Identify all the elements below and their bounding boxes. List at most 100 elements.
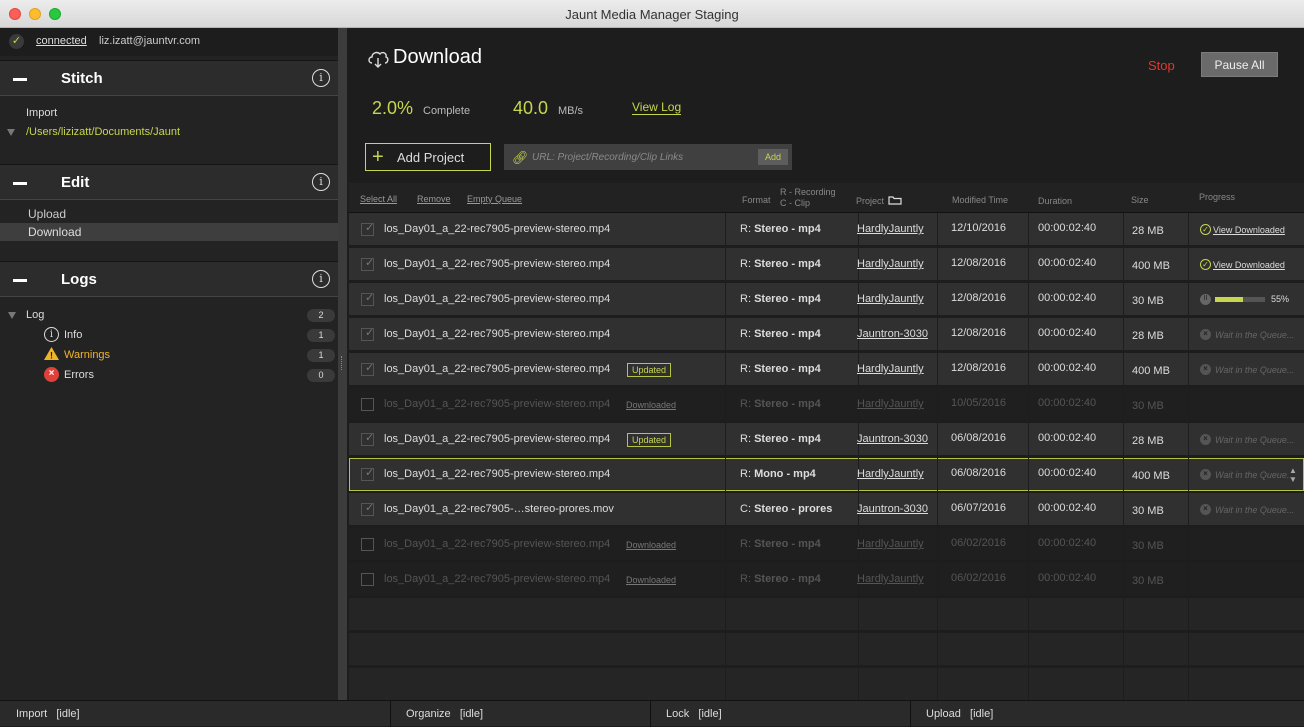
sidebar-resize-handle[interactable]: [338, 28, 347, 700]
table-row[interactable]: ✓ los_Day01_a_22-rec7905-preview-stereo.m…: [349, 423, 1304, 456]
column-separator: [1123, 213, 1124, 246]
file-name: los_Day01_a_22-rec7905-…stereo-prores.mo…: [384, 503, 614, 515]
table-row[interactable]: ✓ los_Day01_a_22-rec7905-preview-stereo.m…: [349, 248, 1304, 281]
expand-triangle-icon[interactable]: [7, 129, 15, 136]
modified-time: 06/02/2016: [951, 537, 1007, 549]
connection-status-link[interactable]: connected: [36, 35, 87, 47]
row-checkbox[interactable]: ✓: [361, 362, 374, 376]
project-link[interactable]: HardlyJauntly: [857, 248, 924, 281]
table-row[interactable]: ✓ los_Day01_a_22-rec7905-preview-stereo.m…: [349, 353, 1304, 386]
stop-button[interactable]: Stop: [1148, 58, 1175, 73]
pause-icon[interactable]: II: [1200, 294, 1211, 305]
row-checkbox[interactable]: ✓: [361, 432, 374, 446]
url-input[interactable]: [532, 148, 752, 166]
url-add-button[interactable]: Add: [758, 149, 788, 165]
grip-icon[interactable]: [341, 356, 344, 370]
import-path[interactable]: /Users/lizizatt/Documents/Jaunt: [26, 126, 180, 138]
info-icon[interactable]: i: [312, 69, 330, 87]
view-downloaded-link[interactable]: View Downloaded: [1213, 248, 1285, 283]
column-separator: [937, 283, 938, 316]
cancel-icon[interactable]: ×: [1200, 364, 1211, 375]
downloaded-link[interactable]: Downloaded: [626, 528, 676, 563]
cancel-icon[interactable]: ×: [1200, 469, 1211, 480]
check-circle-icon: ✓: [1200, 259, 1211, 270]
edit-section-header[interactable]: Edit i: [0, 164, 338, 200]
log-errors-label[interactable]: Errors: [64, 369, 94, 381]
info-icon[interactable]: i: [312, 270, 330, 288]
table-row[interactable]: los_Day01_a_22-rec7905-preview-stereo.mp…: [349, 388, 1304, 421]
empty-queue-link[interactable]: Empty Queue: [467, 194, 522, 204]
pause-all-button[interactable]: Pause All: [1201, 52, 1278, 77]
project-link[interactable]: HardlyJauntly: [857, 283, 924, 316]
size-header[interactable]: Size: [1131, 195, 1149, 205]
cancel-icon[interactable]: ×: [1200, 504, 1211, 515]
logs-section-header[interactable]: Logs i: [0, 261, 338, 297]
log-warnings-label[interactable]: Warnings: [64, 349, 110, 361]
progress-header[interactable]: Progress: [1199, 192, 1235, 202]
add-project-button[interactable]: + Add Project: [365, 143, 491, 171]
account-email: liz.izatt@jauntvr.com: [99, 35, 201, 47]
folder-icon[interactable]: [888, 195, 902, 205]
updated-badge: Updated: [627, 433, 672, 447]
column-separator: [1188, 458, 1189, 491]
column-separator: [1028, 493, 1029, 526]
row-checkbox[interactable]: ✓: [361, 292, 374, 306]
row-checkbox[interactable]: [361, 573, 374, 586]
column-separator: [1028, 563, 1029, 596]
row-checkbox[interactable]: [361, 398, 374, 411]
row-checkbox[interactable]: ✓: [361, 222, 374, 236]
sidebar-item-upload[interactable]: Upload: [0, 205, 338, 223]
project-link[interactable]: HardlyJauntly: [857, 528, 924, 561]
collapse-icon[interactable]: [13, 279, 27, 282]
connected-check-icon: ✓: [9, 34, 24, 49]
project-link[interactable]: Jauntron-3030: [857, 493, 928, 526]
row-checkbox[interactable]: ✓: [361, 257, 375, 271]
row-checkbox[interactable]: ✓: [361, 467, 374, 481]
format-header[interactable]: Format: [742, 195, 771, 205]
complete-percent: 2.0%: [372, 98, 414, 118]
checkmark-icon: ✓: [365, 257, 375, 269]
row-checkbox[interactable]: ✓: [361, 327, 374, 341]
cancel-icon[interactable]: ×: [1200, 434, 1211, 445]
log-root-label[interactable]: Log: [26, 309, 44, 321]
project-link[interactable]: HardlyJauntly: [857, 353, 924, 386]
column-separator: [1188, 598, 1189, 631]
column-separator: [1028, 668, 1029, 701]
project-link[interactable]: HardlyJauntly: [857, 388, 924, 421]
table-row[interactable]: ✓ los_Day01_a_22-rec7905-preview-stereo.m…: [349, 318, 1304, 351]
project-link[interactable]: Jauntron-3030: [857, 423, 928, 456]
project-header[interactable]: Project: [856, 196, 884, 206]
collapse-icon[interactable]: [13, 78, 27, 81]
duration-header[interactable]: Duration: [1038, 196, 1072, 206]
stitch-section-header[interactable]: Stitch i: [0, 60, 338, 96]
cancel-icon[interactable]: ×: [1200, 329, 1211, 340]
collapse-icon[interactable]: [13, 182, 27, 185]
table-row[interactable]: ✓ los_Day01_a_22-rec7905-preview-stereo.m…: [349, 213, 1304, 246]
downloaded-link[interactable]: Downloaded: [626, 563, 676, 598]
log-info-label[interactable]: Info: [64, 329, 82, 341]
view-log-link[interactable]: View Log: [632, 100, 682, 115]
expand-triangle-icon[interactable]: [8, 312, 16, 319]
column-separator: [725, 458, 726, 491]
table-row[interactable]: ✓ los_Day01_a_22-rec7905-…stereo-prores.m…: [349, 493, 1304, 526]
project-link[interactable]: HardlyJauntly: [857, 458, 924, 491]
row-checkbox[interactable]: [361, 538, 374, 551]
sidebar-item-download[interactable]: Download: [0, 223, 338, 241]
table-row[interactable]: ✓ los_Day01_a_22-rec7905-preview-stereo.m…: [349, 458, 1304, 491]
remove-link[interactable]: Remove: [417, 194, 451, 204]
info-icon[interactable]: i: [312, 173, 330, 191]
table-row[interactable]: los_Day01_a_22-rec7905-preview-stereo.mp…: [349, 563, 1304, 596]
file-name: los_Day01_a_22-rec7905-preview-stereo.mp…: [384, 223, 611, 235]
project-link[interactable]: HardlyJauntly: [857, 213, 924, 246]
table-row[interactable]: los_Day01_a_22-rec7905-preview-stereo.mp…: [349, 528, 1304, 561]
downloaded-link[interactable]: Downloaded: [626, 388, 676, 423]
column-separator: [1123, 248, 1124, 281]
column-separator: [937, 213, 938, 246]
project-link[interactable]: HardlyJauntly: [857, 563, 924, 596]
table-row[interactable]: ✓ los_Day01_a_22-rec7905-preview-stereo.m…: [349, 283, 1304, 316]
project-link[interactable]: Jauntron-3030: [857, 318, 928, 351]
row-checkbox[interactable]: ✓: [361, 502, 374, 516]
modified-header[interactable]: Modified Time: [952, 195, 1008, 205]
view-downloaded-link[interactable]: View Downloaded: [1213, 213, 1285, 248]
select-all-link[interactable]: Select All: [360, 194, 397, 204]
